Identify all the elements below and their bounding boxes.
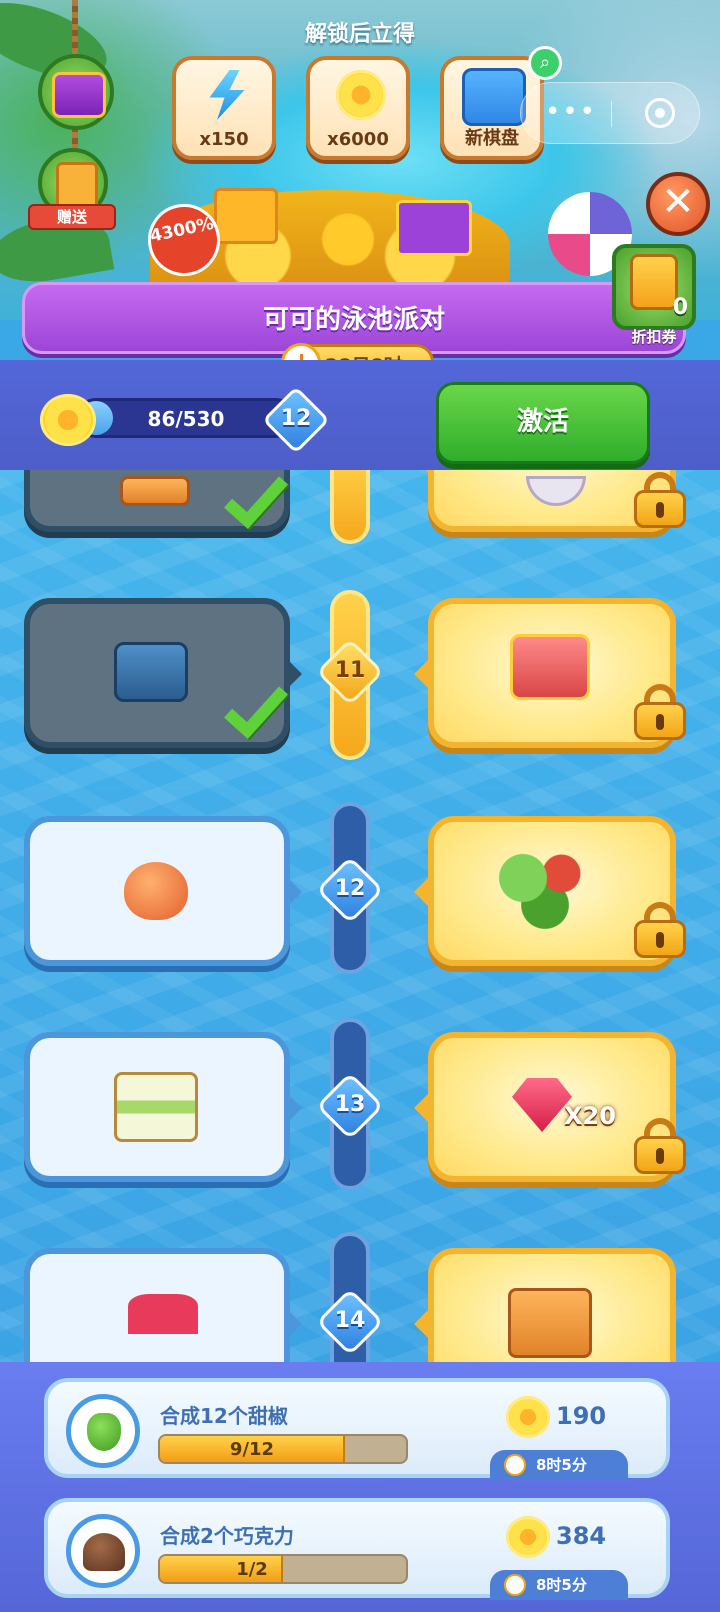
bell-pepper-icon [87, 1413, 121, 1451]
claimed-check-icon [224, 470, 288, 530]
purple-chest-icon[interactable] [38, 54, 114, 130]
event-progress-text: 86/530 [147, 407, 225, 431]
lock-icon [634, 472, 686, 528]
capsule-divider [611, 101, 612, 127]
unlock-rewards-title: 解锁后立得 [304, 22, 415, 47]
task-progress-bar: 9/12 [158, 1434, 408, 1464]
task-progress-text: 1/2 [236, 1559, 268, 1580]
level-node: 11 [316, 638, 384, 706]
claimed-check-icon [224, 672, 288, 740]
flower-coin-icon [336, 70, 386, 120]
task-time-left: 8时5分 [536, 1456, 587, 1474]
vegetables-icon [490, 842, 600, 932]
reward-amount: x150 [199, 129, 249, 150]
level-node: 13 [316, 1072, 384, 1140]
magnifier-icon[interactable]: ⌕ [528, 46, 562, 80]
reward-row [0, 470, 720, 542]
premium-reward-card[interactable] [414, 1248, 676, 1370]
task-name: 合成12个甜椒 [160, 1404, 288, 1428]
free-reward-card[interactable] [24, 1032, 302, 1182]
reward-track[interactable]: 11 12 X20 13 14 [0, 470, 720, 1370]
blue-chest-icon [114, 642, 188, 702]
task-card[interactable]: 合成12个甜椒 9/12 190 8时5分 [44, 1378, 670, 1480]
close-mini-program-icon[interactable] [645, 98, 675, 128]
reward-count: X20 [564, 1102, 616, 1130]
free-reward-card[interactable] [24, 598, 302, 748]
mini-program-capsule: ••• [520, 82, 700, 144]
ruby-pile-icon [128, 1294, 198, 1334]
level-node: 14 [316, 1288, 384, 1356]
task-icon-frame [66, 1394, 140, 1468]
lock-icon [634, 1118, 686, 1174]
level-node: 12 [316, 856, 384, 924]
current-level: 12 [280, 406, 312, 431]
coupon-label: 折扣券 [631, 328, 677, 346]
red-chest-icon [510, 634, 590, 700]
task-reward-amount: 384 [556, 1522, 607, 1550]
reward-row: 14 [0, 1248, 720, 1370]
more-menu-icon[interactable]: ••• [545, 97, 597, 127]
reward-amount: x6000 [327, 129, 389, 150]
task-time-left: 8时5分 [536, 1576, 587, 1594]
flower-coin-icon [506, 1396, 550, 1438]
task-timer: 8时5分 [490, 1570, 628, 1600]
flower-coin-icon [40, 394, 96, 446]
gift-box-decoration [214, 188, 278, 244]
alarm-clock-icon [504, 1574, 526, 1596]
ruby-gem-icon [512, 1078, 572, 1132]
chocolate-icon [83, 1533, 125, 1571]
gift-label: 赠送 [28, 204, 116, 230]
coupon-count: 0 [672, 295, 688, 320]
close-button[interactable]: ✕ [646, 172, 710, 236]
alarm-clock-icon [504, 1454, 526, 1476]
reward-tile-flowers[interactable]: x6000 [306, 56, 410, 160]
free-reward-card[interactable] [24, 470, 302, 532]
energy-bolt-icon [209, 70, 245, 120]
lock-icon [634, 684, 686, 740]
task-progress-bar: 1/2 [158, 1554, 408, 1584]
task-progress-text: 9/12 [229, 1439, 275, 1460]
task-name: 合成2个巧克力 [160, 1524, 294, 1548]
lock-icon [634, 902, 686, 958]
discount-coupon-button[interactable]: 0 [612, 244, 696, 330]
task-icon-frame [66, 1514, 140, 1588]
reward-row: X20 13 [0, 1032, 720, 1192]
bowl-icon [526, 476, 586, 506]
coupon-ticket-icon [630, 254, 678, 310]
event-title: 可可的泳池派对 [262, 305, 445, 335]
reward-row: 11 [0, 598, 720, 758]
gift-box-decoration [396, 200, 472, 256]
new-board-icon [462, 68, 526, 126]
mystery-cube-icon [508, 1288, 592, 1358]
event-progress-bar: 86/530 [76, 398, 296, 438]
reward-tile-energy[interactable]: x150 [172, 56, 276, 160]
task-timer: 8时5分 [490, 1450, 628, 1480]
mystery-cube-icon [120, 476, 190, 506]
activate-button[interactable]: 激活 [436, 382, 650, 464]
cake-tray-icon [114, 1072, 198, 1142]
task-card[interactable]: 合成2个巧克力 1/2 384 8时5分 [44, 1498, 670, 1600]
reward-row: 12 [0, 816, 720, 976]
free-reward-card[interactable] [24, 816, 302, 966]
peach-icon [124, 862, 188, 920]
task-reward-amount: 190 [556, 1402, 607, 1430]
free-reward-card[interactable] [24, 1248, 302, 1370]
flower-coin-icon [506, 1516, 550, 1558]
